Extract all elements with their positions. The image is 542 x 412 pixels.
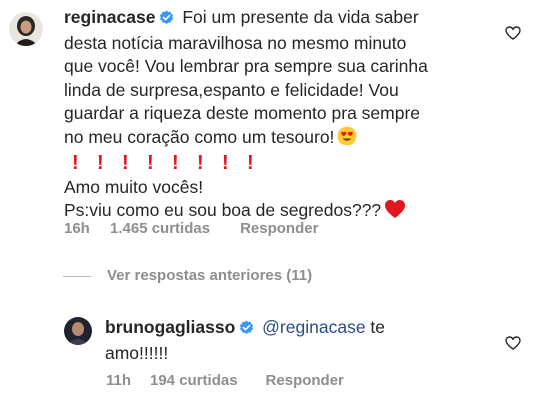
avatar-reginacase[interactable] [9,12,43,46]
red-exclamation-icon: ! [72,152,79,174]
smiling-face-with-heart-eyes-icon [337,126,357,153]
comment-text-line: guardar a riqueza deste momento pra semp… [64,103,421,123]
red-exclamation-icon: ! [247,152,254,174]
reply-body: brunogagliasso @reginacase te amo!!!!!! [105,316,505,365]
comment-text-line: desta notícia maravilhosa no mesmo minut… [64,32,407,53]
reply-username[interactable]: brunogagliasso [105,317,235,337]
reply-text-line: te [365,317,386,337]
red-exclamation-icon: ! [122,152,129,174]
red-exclamation-icon: ! [197,152,204,174]
comment-timestamp[interactable]: 16h [64,220,110,237]
comment-text-line: Ps:viu como eu sou boa de segredos??? [64,200,382,220]
reply-button[interactable]: Responder [266,372,344,389]
comment-text-line: linda de surpresa,espanto e felicidade! … [64,79,399,100]
avatar-brunogagliasso[interactable] [64,317,92,345]
comment-body: reginacase Foi um presente da vida saber… [64,6,504,226]
reply-meta: 11h 194 curtidas Responder [106,372,344,389]
comment-username[interactable]: reginacase [64,7,155,27]
view-earlier-replies-button[interactable]: Ver respostas anteriores (11) [63,267,312,284]
verified-badge-icon [239,318,254,342]
red-exclamation-icon: ! [222,152,229,174]
verified-badge-icon [159,8,174,32]
exclamation-row: ! ! ! ! ! ! ! ! [64,152,504,176]
reply-timestamp[interactable]: 11h [106,372,150,389]
mention-link[interactable]: @reginacase [262,317,365,337]
comment-text-line: Foi um presente da vida saber [182,7,419,27]
like-comment-heart-icon[interactable] [505,26,521,45]
like-reply-heart-icon[interactable] [505,336,521,355]
comment-text-line: Amo muito vocês! [64,176,204,197]
comment-text-line: no meu coração como um tesouro! [64,126,335,147]
red-heart-icon [384,199,406,226]
reply-button[interactable]: Responder [240,220,318,237]
comment-meta: 16h 1.465 curtidas Responder [64,220,318,237]
comment-text-line: que você! Vou lembrar pra sempre sua car… [64,56,428,76]
comment-likes-count[interactable]: 1.465 curtidas [110,220,210,237]
view-earlier-replies-label: Ver respostas anteriores (11) [107,267,313,284]
red-exclamation-icon: ! [172,152,179,174]
reply-text-line: amo!!!!!! [105,342,169,363]
red-exclamation-icon: ! [147,152,154,174]
red-exclamation-icon: ! [97,152,104,174]
replies-divider-line [63,275,91,277]
reply-likes-count[interactable]: 194 curtidas [150,372,238,389]
